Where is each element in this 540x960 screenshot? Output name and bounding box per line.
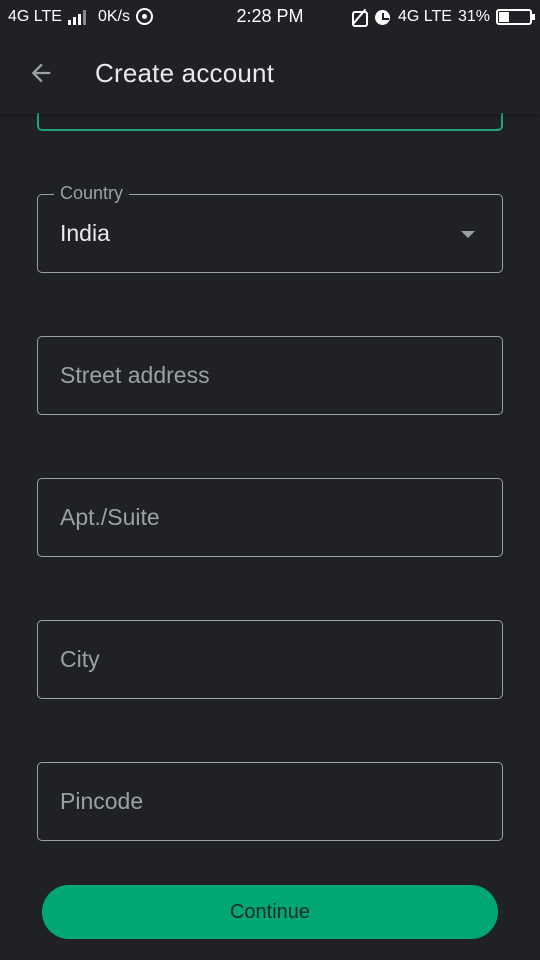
back-button[interactable]	[17, 49, 65, 97]
alarm-icon	[374, 8, 392, 26]
arrow-back-icon	[31, 63, 51, 83]
country-select[interactable]: Country India	[37, 183, 503, 273]
network-type-left: 4G LTE	[8, 7, 62, 25]
pincode-input[interactable]	[60, 763, 442, 840]
city-field[interactable]	[37, 620, 503, 699]
app-bar: Create account	[0, 33, 540, 113]
status-right: 4G LTE 31%	[350, 7, 535, 27]
pincode-field[interactable]	[37, 762, 503, 841]
apt-suite-input[interactable]	[60, 479, 442, 556]
network-type-right: 4G LTE	[398, 7, 452, 25]
dropdown-arrow-icon	[461, 231, 475, 238]
address-form: Country India Continue	[0, 113, 540, 960]
battery-percent: 31%	[457, 7, 490, 25]
previous-field-focused[interactable]	[37, 113, 503, 131]
status-left: 4G LTE 0K/s	[8, 8, 153, 26]
apt-suite-field[interactable]	[37, 478, 503, 557]
street-address-field[interactable]	[37, 336, 503, 415]
street-address-input[interactable]	[60, 337, 442, 414]
continue-button[interactable]: Continue	[42, 885, 498, 939]
signal-strength-icon	[67, 9, 86, 25]
network-speed: 0K/s	[97, 7, 130, 25]
status-bar: 4G LTE 0K/s 2:28 PM 4G LTE 31%	[0, 0, 540, 33]
page-title: Create account	[95, 57, 275, 88]
city-input[interactable]	[60, 621, 442, 698]
battery-icon	[496, 8, 535, 25]
muted-icon	[350, 8, 369, 27]
whatsapp-icon	[135, 8, 153, 25]
country-value: India	[60, 220, 110, 246]
